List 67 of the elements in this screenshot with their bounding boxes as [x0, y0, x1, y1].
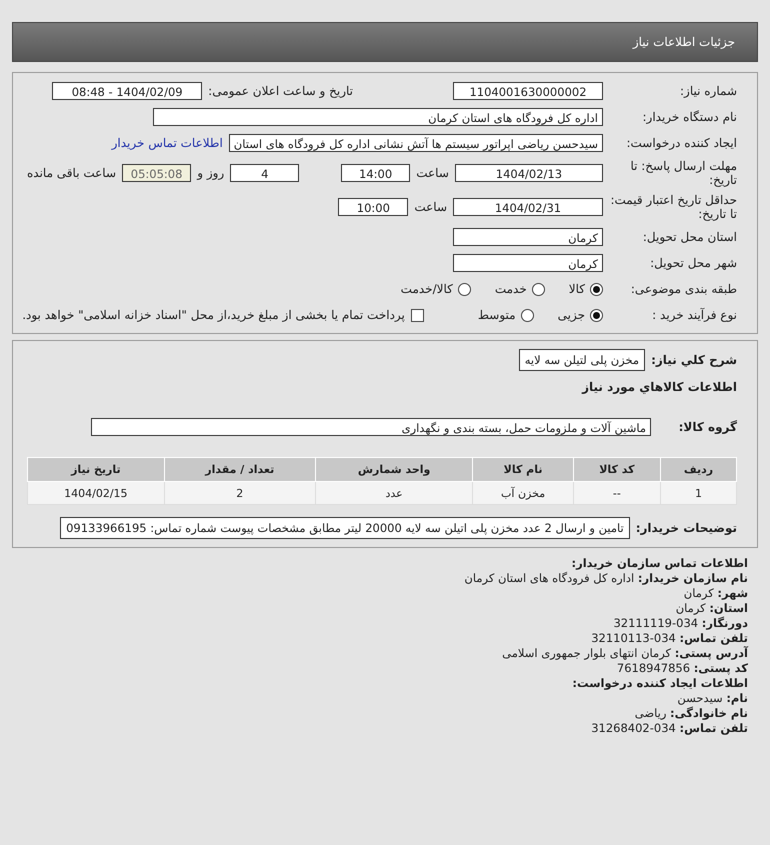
creator-field[interactable]: سیدحسن ریاضی اپراتور سیستم ها آتش نشانی اداره کل فرودگاه های استان — [228, 134, 603, 152]
field-label: مهلت ارسال پاسخ: تا تاریخ: — [629, 159, 737, 187]
radio-button[interactable] — [458, 282, 471, 296]
radio-button[interactable] — [590, 282, 603, 296]
remaining-time-field: 05:05:08 — [122, 164, 192, 182]
contact-heading: اطلاعات تماس سازمان خریدار: — [571, 556, 748, 571]
announce-date-field[interactable]: 1404/02/09 - 08:48 — [52, 82, 202, 100]
radio-button[interactable] — [590, 308, 603, 322]
field-label: گروه کالا: — [678, 420, 737, 434]
contact-heading: اطلاعات ایجاد کننده درخواست: — [572, 676, 748, 691]
radio-button[interactable] — [520, 308, 534, 322]
table-cell: 1404/02/15 — [28, 482, 164, 504]
option-label: جزیی — [558, 308, 585, 322]
field-label: طبقه بندی موضوعی: — [630, 282, 737, 296]
contact-line: شهر: کرمان — [684, 586, 748, 601]
field-label: ساعت باقی مانده — [26, 166, 116, 180]
option-label: متوسط — [478, 308, 516, 322]
field-label: شهر محل تحویل: — [649, 256, 737, 270]
validity-date-field[interactable]: 1404/02/31 — [453, 198, 603, 216]
table-cell: -- — [573, 482, 661, 504]
contact-line: نام خانوادگی: ریاضی — [634, 706, 748, 721]
contact-line: استان: کرمان — [676, 601, 748, 616]
contact-line: نام سازمان خریدار: اداره کل فرودگاه های استان کرمان — [464, 571, 748, 586]
field-label: شرح کلي نیاز: — [651, 353, 737, 367]
column-header: تاریخ نیاز — [28, 458, 164, 482]
need-number-field[interactable]: 1104001630000002 — [453, 82, 603, 100]
field-label: توضیحات خریدار: — [636, 521, 737, 535]
table-cell: مخزن آب — [472, 482, 574, 504]
deadline-time-field[interactable]: 14:00 — [341, 164, 410, 182]
goods-group-field: ماشین آلات و ملزومات حمل، بسته بندی و نگهداری — [91, 418, 651, 436]
column-header: نام کالا — [472, 458, 574, 482]
field-label: نام دستگاه خریدار: — [642, 110, 737, 124]
notes-field: تامین و ارسال 2 عدد مخزن پلی اتیلن سه لایه 20000 لیتر مطابق مشخصات پیوست شماره تماس: 09133966195 — [60, 517, 630, 539]
column-header: تعداد / مقدار — [164, 458, 316, 482]
column-header: ردیف — [660, 458, 736, 482]
option-label: خدمت — [494, 282, 527, 296]
field-label: ایجاد کننده درخواست: — [625, 136, 737, 150]
payment-note: پرداخت تمام یا بخشی از مبلغ خرید،از محل "اسناد خزانه اسلامی" خواهد بود. — [22, 308, 405, 322]
province-field[interactable]: کرمان — [453, 228, 603, 246]
table-cell: عدد — [315, 482, 473, 504]
field-label: تاریخ و ساعت اعلان عمومی: — [208, 84, 353, 98]
field-label: شماره نیاز: — [679, 84, 737, 98]
contact-line: نام: سیدحسن — [677, 691, 748, 706]
payment-checkbox[interactable] — [410, 308, 424, 322]
buyer-contact-link[interactable]: اطلاعات تماس خریدار — [112, 136, 223, 150]
deadline-date-field[interactable]: 1404/02/13 — [454, 164, 603, 182]
option-label: کالا — [568, 282, 585, 296]
section-heading: اطلاعات کالاهاي مورد نیاز — [582, 380, 737, 394]
validity-time-field[interactable]: 10:00 — [338, 198, 408, 216]
buyer-org-field[interactable]: اداره کل فرودگاه های استان کرمان — [153, 108, 603, 126]
table-cell: 2 — [164, 482, 316, 504]
summary-field: مخزن پلی لتیلن سه لایه — [518, 349, 646, 371]
city-field[interactable]: کرمان — [453, 254, 603, 272]
days-field[interactable]: 4 — [230, 164, 300, 182]
field-label: حداقل تاریخ اعتبار قیمت: تا تاریخ: — [609, 193, 737, 221]
radio-button[interactable] — [532, 282, 545, 296]
table-cell: 1 — [660, 482, 736, 504]
field-label: نوع فرآیند خرید : — [651, 308, 737, 322]
option-label: کالا/خدمت — [400, 282, 453, 296]
field-label: ساعت — [416, 166, 449, 180]
field-label: استان محل تحویل: — [642, 230, 737, 244]
column-header: واحد شمارش — [315, 458, 473, 482]
page-header: جزئیات اطلاعات نیاز — [12, 22, 758, 62]
column-header: کد کالا — [573, 458, 661, 482]
field-label: ساعت — [414, 200, 447, 214]
contact-line: آدرس پستی: کرمان انتهای بلوار جمهوری اسلامی — [502, 646, 748, 661]
field-label: روز و — [197, 166, 224, 180]
